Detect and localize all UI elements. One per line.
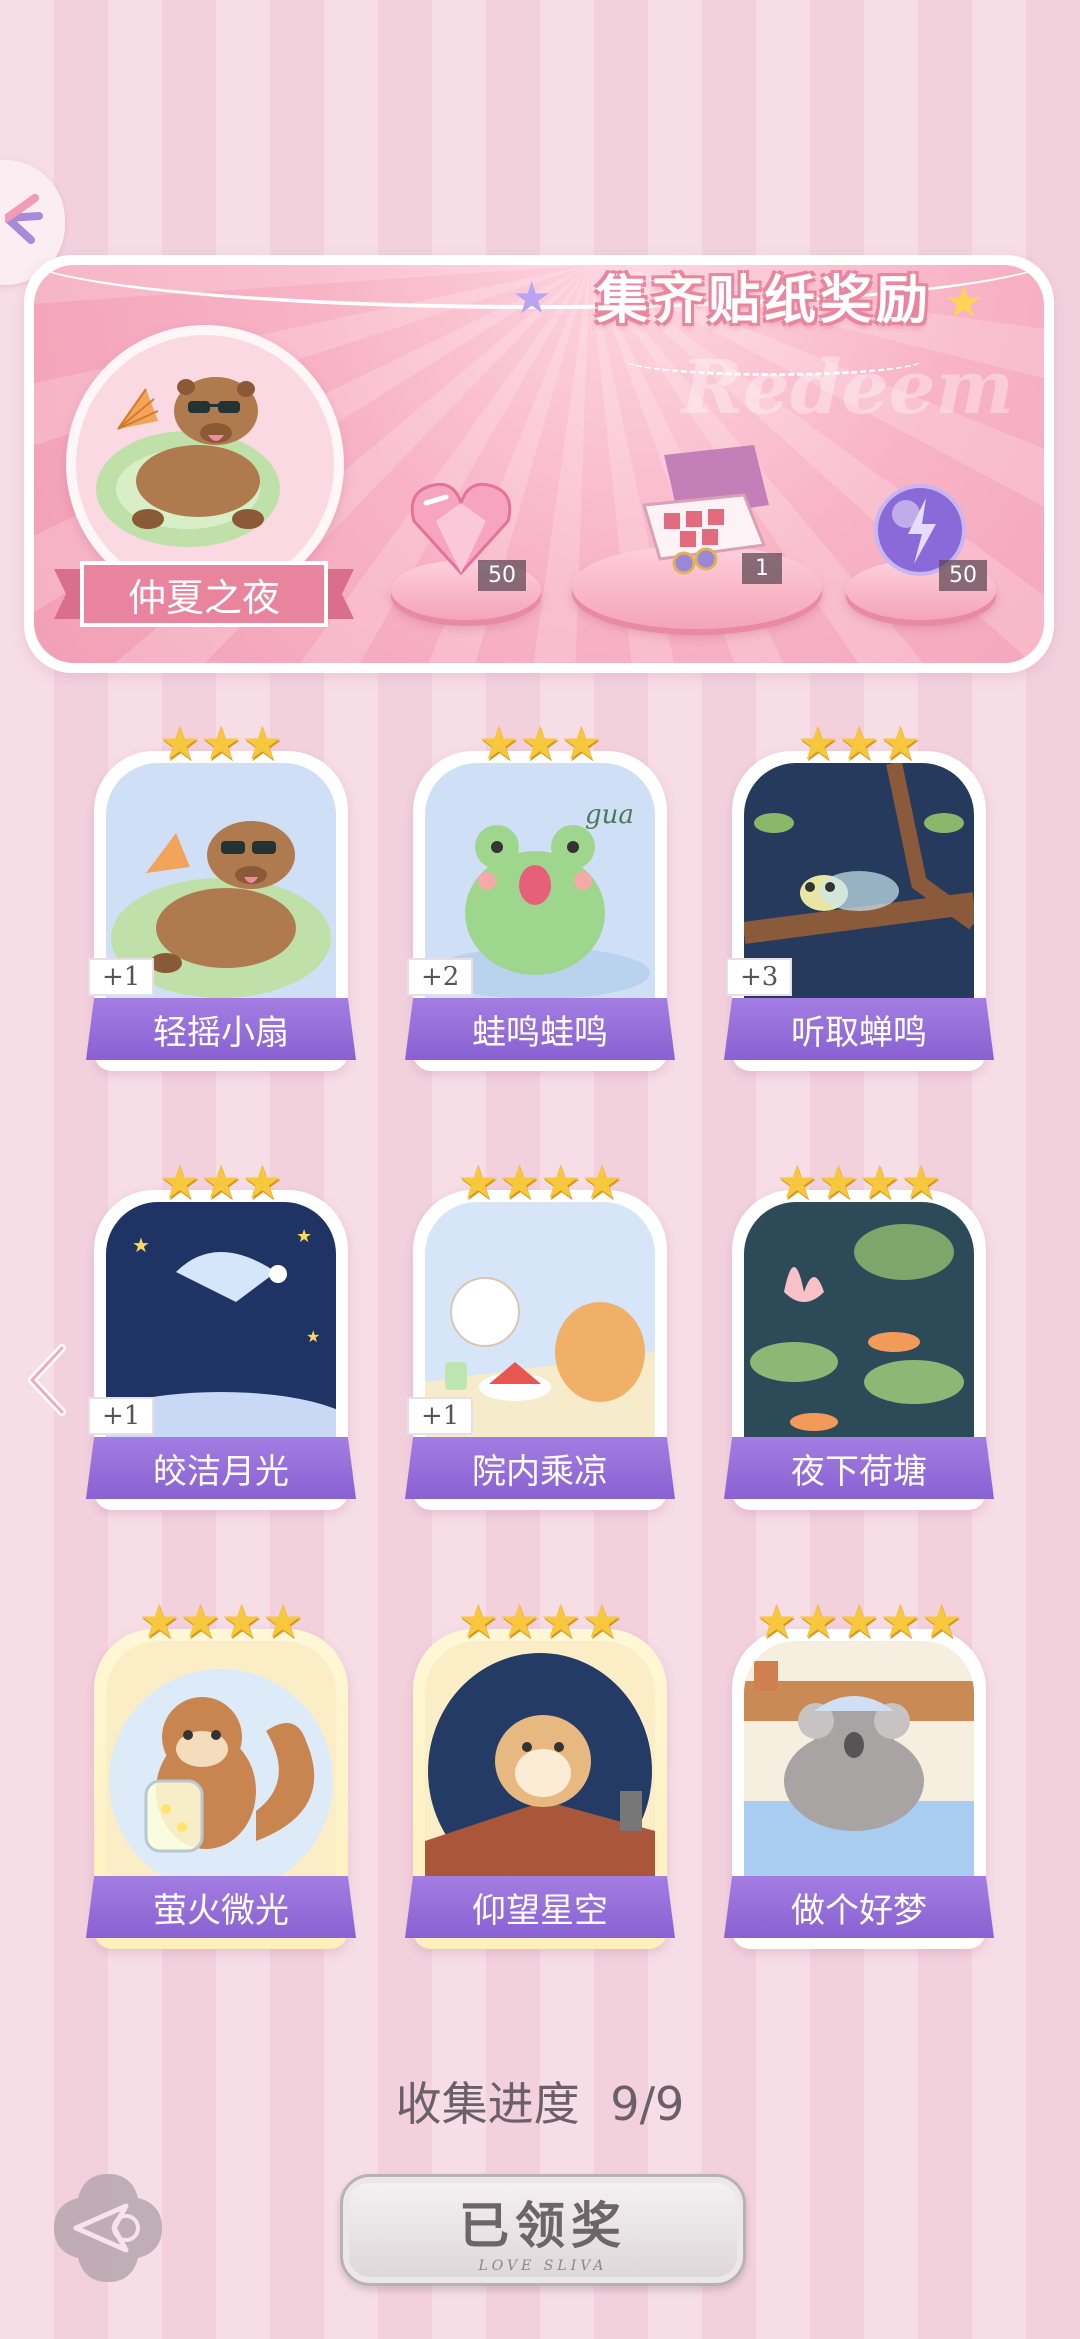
rating-stars: ★★★★ bbox=[776, 1155, 942, 1209]
sticker-card-capybara[interactable]: ★★★ +1 轻摇小扇 bbox=[86, 716, 356, 1076]
sticker-name: 夜下荷塘 bbox=[724, 1437, 994, 1499]
fan-icon bbox=[5, 194, 43, 244]
claimed-label: 已领奖 bbox=[459, 2196, 627, 2255]
star-icon: ★ bbox=[512, 273, 552, 324]
claimed-button[interactable]: 已领奖 LOVE SLIVA bbox=[340, 2174, 746, 2286]
back-button[interactable] bbox=[48, 2168, 168, 2288]
svg-text:★: ★ bbox=[296, 1226, 312, 1247]
rating-stars: ★★★ bbox=[797, 716, 921, 770]
progress-label: 收集进度 bbox=[395, 2077, 580, 2131]
reward-count: 50 bbox=[939, 560, 987, 591]
sticker-card-hamster[interactable]: ★★★★ 仰望星空 bbox=[405, 1594, 675, 1954]
banner-title: 集齐贴纸奖励 bbox=[595, 270, 932, 331]
rating-stars: ★★★ bbox=[159, 1155, 283, 1209]
collection-progress: 收集进度 9/9 bbox=[0, 2068, 1080, 2134]
rating-stars: ★★★ bbox=[478, 716, 602, 770]
sticker-card-squirrel[interactable]: ★★★★ 萤火微光 bbox=[86, 1594, 356, 1954]
svg-text:gua: gua bbox=[585, 800, 634, 830]
sticker-name: 院内乘凉 bbox=[405, 1437, 675, 1499]
svg-text:★: ★ bbox=[132, 1233, 150, 1257]
sticker-name: 蛙鸣蛙鸣 bbox=[405, 998, 675, 1060]
claimed-sublabel: LOVE SLIVA bbox=[478, 2258, 608, 2274]
sticker-name: 听取蝉鸣 bbox=[724, 998, 994, 1060]
koala-bed-illustration bbox=[744, 1641, 974, 1886]
progress-value: 9/9 bbox=[610, 2077, 685, 2131]
rating-stars: ★★★ bbox=[159, 716, 283, 770]
sticker-name: 做个好梦 bbox=[724, 1876, 994, 1938]
sticker-name: 仰望星空 bbox=[405, 1876, 675, 1938]
sticker-name: 萤火微光 bbox=[86, 1876, 356, 1938]
duplicate-count: +3 bbox=[726, 958, 793, 996]
sticker-card-koala[interactable]: ★★★★★ 做个好梦 bbox=[724, 1594, 994, 1954]
sticker-card-cats[interactable]: ★★★★ +1 院内乘凉 bbox=[405, 1155, 675, 1515]
rating-stars: ★★★★ bbox=[457, 1594, 623, 1648]
lotus-pond-illustration bbox=[744, 1202, 974, 1447]
rating-stars: ★★★★★ bbox=[755, 1594, 963, 1648]
sticker-name: 皎洁月光 bbox=[86, 1437, 356, 1499]
chevron-left-icon[interactable] bbox=[22, 1340, 72, 1420]
hamster-roof-illustration bbox=[425, 1641, 655, 1886]
collection-name-ribbon: 仲夏之夜 bbox=[54, 561, 354, 627]
reward-count: 50 bbox=[478, 560, 526, 591]
duplicate-count: +2 bbox=[407, 958, 474, 996]
collection-name: 仲夏之夜 bbox=[80, 561, 328, 627]
sticker-card-frog[interactable]: gua ★★★ +2 蛙鸣蛙鸣 bbox=[405, 716, 675, 1076]
sticker-card-moon[interactable]: ★ ★ ★ ★★★ +1 皎洁月光 bbox=[86, 1155, 356, 1515]
rating-stars: ★★★★ bbox=[457, 1155, 623, 1209]
reward-banner: Redeem ★ ★ 集齐贴纸奖励 仲夏之夜 50 1 50 bbox=[24, 255, 1054, 673]
sticker-card-lotus[interactable]: ★★★★ 夜下荷塘 bbox=[724, 1155, 994, 1515]
squirrel-illustration bbox=[106, 1641, 336, 1886]
sticker-name: 轻摇小扇 bbox=[86, 998, 356, 1060]
duplicate-count: +1 bbox=[407, 1397, 474, 1435]
duplicate-count: +1 bbox=[88, 958, 155, 996]
duplicate-count: +1 bbox=[88, 1397, 155, 1435]
svg-text:★: ★ bbox=[306, 1327, 320, 1346]
rating-stars: ★★★★ bbox=[138, 1594, 304, 1648]
capybara-icon bbox=[96, 377, 280, 547]
reward-count: 1 bbox=[742, 553, 782, 584]
sticker-card-cicada[interactable]: ★★★ +3 听取蝉鸣 bbox=[724, 716, 994, 1076]
